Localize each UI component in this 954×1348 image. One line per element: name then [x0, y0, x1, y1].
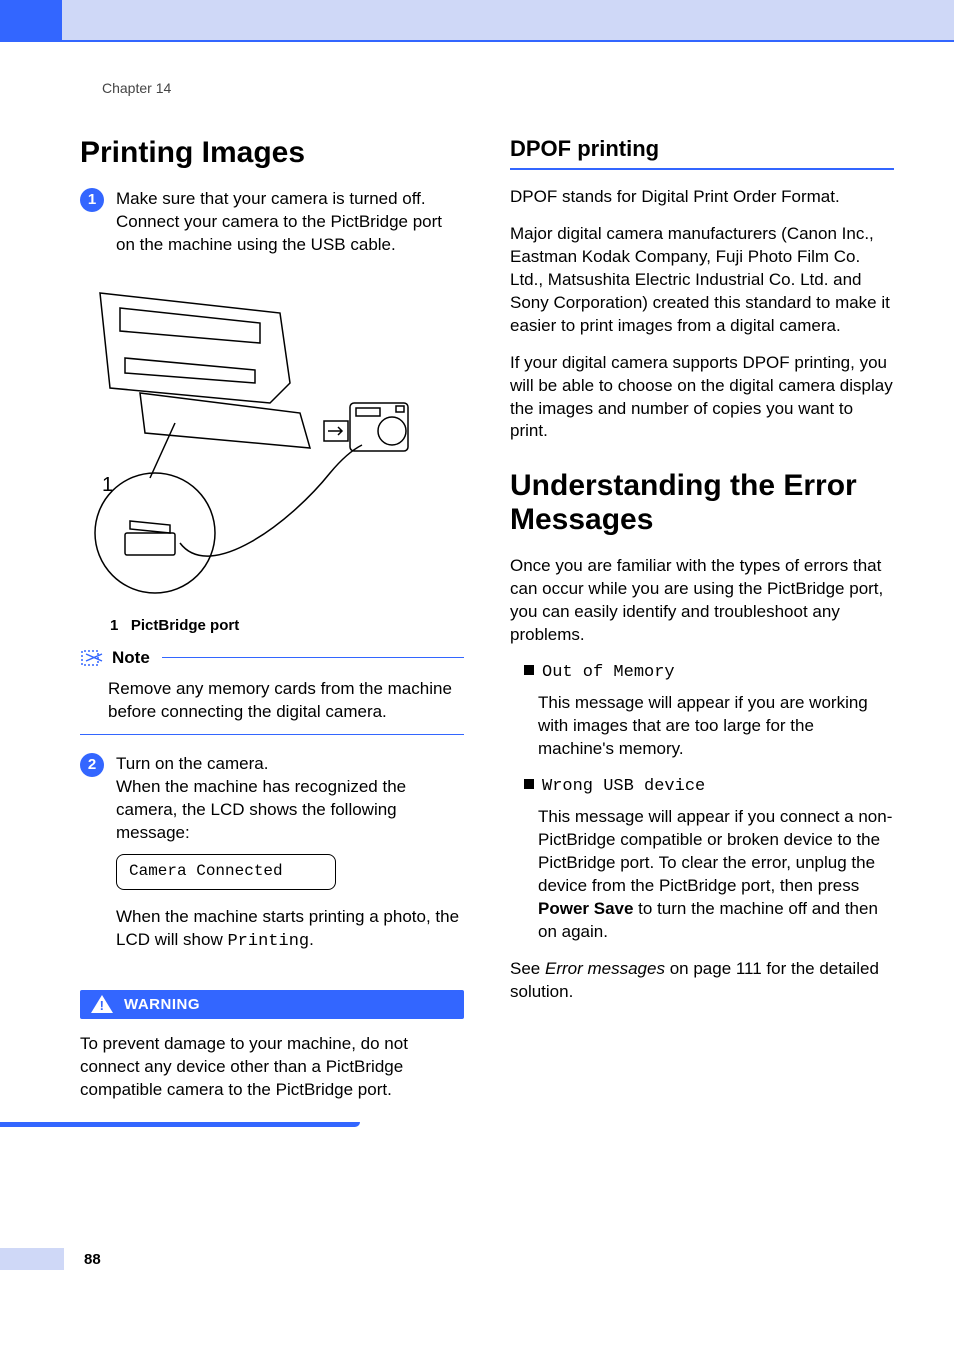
note-icon [80, 649, 106, 667]
figure-callout-number: 1 [102, 474, 113, 496]
after-lcd-code: Printing [227, 932, 309, 951]
caption-num: 1 [110, 617, 118, 634]
see-prefix: See [510, 959, 545, 978]
error-desc-2-bold: Power Save [538, 899, 633, 918]
warning-header: ! WARNING [80, 990, 464, 1019]
error-item-2: Wrong USB device [510, 775, 894, 796]
after-lcd-text: When the machine starts printing a photo… [116, 906, 464, 954]
figure-caption: 1 PictBridge port [110, 617, 464, 634]
warning-icon: ! [90, 994, 114, 1014]
note-header: Note [80, 648, 464, 668]
error-desc-2: This message will appear if you connect … [538, 806, 894, 944]
error-desc-2-prefix: This message will appear if you connect … [538, 807, 892, 895]
right-column: DPOF printing DPOF stands for Digital Pr… [510, 136, 894, 1127]
section-end-rule-wrap [0, 1122, 464, 1127]
caption-text: PictBridge port [131, 617, 239, 634]
step-2-line2: When the machine has recognized the came… [116, 777, 406, 842]
figure-printer-camera: 1 [80, 273, 410, 603]
heading-printing-images: Printing Images [80, 136, 464, 170]
dpof-p3: If your digital camera supports DPOF pri… [510, 352, 894, 444]
bullet-icon [524, 779, 534, 789]
error-desc-1: This message will appear if you are work… [538, 692, 894, 761]
left-column: Printing Images 1 Make sure that your ca… [80, 136, 464, 1127]
content-columns: Printing Images 1 Make sure that your ca… [0, 96, 954, 1127]
error-name-1: Out of Memory [542, 663, 675, 682]
lcd-display: Camera Connected [116, 854, 336, 890]
err-intro: Once you are familiar with the types of … [510, 555, 894, 647]
step-number-1: 1 [80, 188, 104, 212]
step-2-line1: Turn on the camera. [116, 754, 268, 773]
dpof-p1: DPOF stands for Digital Print Order Form… [510, 186, 894, 209]
step-2: 2 Turn on the camera. When the machine h… [80, 753, 464, 974]
see-italic: Error messages [545, 959, 665, 978]
section-end-rule [0, 1122, 360, 1127]
after-lcd-suffix: . [309, 930, 314, 949]
header-band [0, 0, 954, 42]
error-name-2: Wrong USB device [542, 777, 705, 796]
note-body: Remove any memory cards from the machine… [80, 672, 464, 735]
header-tab [0, 0, 62, 42]
printer-camera-illustration: 1 [80, 273, 410, 603]
step-number-2: 2 [80, 753, 104, 777]
step-2-text: Turn on the camera. When the machine has… [116, 753, 464, 974]
heading-dpof: DPOF printing [510, 136, 894, 170]
note-label: Note [112, 648, 150, 668]
page-number-tab [0, 1248, 64, 1270]
error-item-1: Out of Memory [510, 661, 894, 682]
note-rule [162, 657, 464, 658]
warning-label: WARNING [124, 996, 200, 1013]
see-reference: See Error messages on page 111 for the d… [510, 958, 894, 1004]
dpof-p2: Major digital camera manufacturers (Cano… [510, 223, 894, 338]
step-1: 1 Make sure that your camera is turned o… [80, 188, 464, 257]
step-1-text: Make sure that your camera is turned off… [116, 188, 464, 257]
warning-body: To prevent damage to your machine, do no… [80, 1033, 464, 1102]
page: Chapter 14 Printing Images 1 Make sure t… [0, 0, 954, 1348]
svg-text:!: ! [100, 998, 105, 1013]
page-number: 88 [84, 1251, 101, 1268]
heading-error-messages: Understanding the Error Messages [510, 469, 894, 537]
chapter-label: Chapter 14 [102, 80, 954, 96]
bullet-icon [524, 665, 534, 675]
